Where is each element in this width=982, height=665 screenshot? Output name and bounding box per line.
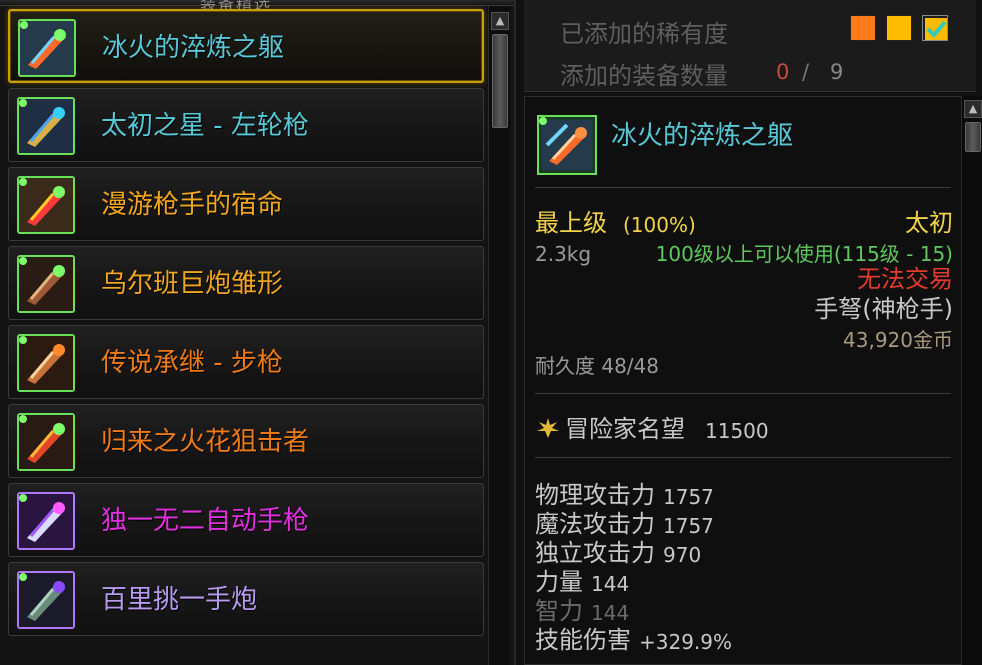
cannon-icon (17, 255, 75, 313)
rarity-checkbox[interactable] (922, 15, 948, 41)
count-value: 0 (776, 60, 790, 84)
count-label: 添加的装备数量 (560, 62, 728, 90)
stat-name: 技能伤害 (535, 626, 631, 654)
fame-value: 11500 (705, 419, 769, 443)
scroll-thumb[interactable] (492, 34, 508, 128)
tooltip-item-icon (537, 115, 597, 175)
stat-value: 1757 (663, 514, 714, 538)
rifle-icon (17, 334, 75, 392)
item-tooltip: 冰火的淬炼之躯 最上级 (100%) 太初 2.3kg 100级以上可以使用(1… (524, 96, 962, 665)
stat-value: 144 (591, 601, 630, 625)
stat-name: 独立攻击力 (535, 539, 655, 567)
scroll-up-icon[interactable]: ▲ (964, 100, 982, 118)
item-name: 漫游枪手的宿命 (101, 190, 284, 220)
item-type: 手弩(神枪手) (814, 295, 953, 323)
list-header: 装备精选 (0, 0, 514, 13)
stat-name: 力量 (535, 568, 583, 596)
grade: 最上级 (535, 209, 607, 237)
rarity-swatch-yellow[interactable] (886, 15, 912, 41)
item-row[interactable]: 漫游枪手的宿命 (8, 167, 484, 241)
stat-name: 物理攻击力 (535, 481, 655, 509)
item-name: 传说承继 - 步枪 (101, 348, 283, 378)
item-row[interactable]: 乌尔班巨炮雏形 (8, 246, 484, 320)
item-row[interactable]: 传说承继 - 步枪 (8, 325, 484, 399)
rarity-label: 已添加的稀有度 (560, 20, 728, 48)
level-requirement: 100级以上可以使用(115级 - 15) (655, 242, 953, 266)
filter-area: 已添加的稀有度 添加的装备数量 0 / 9 (524, 0, 976, 92)
stat-name: 魔法攻击力 (535, 510, 655, 538)
item-name: 独一无二自动手枪 (101, 506, 310, 536)
divider (535, 457, 951, 458)
hand-cannon-icon (17, 571, 75, 629)
checkmark-icon (925, 18, 947, 40)
fame-icon (535, 415, 561, 441)
item-name: 冰火的淬炼之躯 (102, 33, 285, 63)
equipment-list-panel: 装备精选 冰火的淬炼之躯 太初之星 - 左轮枪 漫游枪手的宿命 乌尔班巨炮雏形 传说承继… (0, 0, 514, 665)
trade-status: 无法交易 (857, 265, 953, 293)
sell-price: 43,920金币 (843, 328, 953, 352)
weight: 2.3kg (535, 242, 592, 266)
pistol-red-icon (17, 176, 75, 234)
sniper-icon (17, 413, 75, 471)
tier-label: 太初 (905, 209, 953, 237)
item-row[interactable]: 归来之火花狙击者 (8, 404, 484, 478)
scroll-thumb[interactable] (965, 122, 981, 152)
tooltip-scrollbar[interactable]: ▲ (962, 96, 982, 665)
item-row[interactable]: 独一无二自动手枪 (8, 483, 484, 557)
scroll-up-icon[interactable]: ▲ (491, 12, 509, 30)
rarity-swatch-orange[interactable] (850, 15, 876, 41)
stat-value: 1757 (663, 485, 714, 509)
stat-name: 智力 (535, 597, 583, 625)
grade-percent: (100%) (623, 213, 696, 237)
stat-value: 144 (591, 572, 630, 596)
item-name: 归来之火花狙击者 (101, 427, 310, 457)
revolver-icon (17, 97, 75, 155)
stat-value: +329.9% (639, 630, 733, 654)
count-max: 9 (830, 60, 844, 84)
divider (535, 187, 951, 188)
detail-panel: 已添加的稀有度 添加的装备数量 0 / 9 冰火的淬炼之躯 最上级 (100%)… (514, 0, 982, 665)
item-name: 乌尔班巨炮雏形 (101, 269, 284, 299)
item-row[interactable]: 太初之星 - 左轮枪 (8, 88, 484, 162)
sword-fire-ice-icon (18, 19, 76, 77)
durability: 耐久度 48/48 (535, 354, 659, 378)
count-separator: / (802, 60, 810, 84)
stat-value: 970 (663, 543, 702, 567)
item-name: 百里挑一手炮 (101, 585, 258, 615)
fame-label: 冒险家名望 (565, 415, 685, 443)
list-scrollbar[interactable]: ▲ (488, 6, 510, 665)
item-row[interactable]: 冰火的淬炼之躯 (8, 9, 484, 83)
item-row[interactable]: 百里挑一手炮 (8, 562, 484, 636)
auto-pistol-icon (17, 492, 75, 550)
tooltip-item-name: 冰火的淬炼之躯 (611, 121, 794, 151)
divider (535, 393, 951, 394)
item-name: 太初之星 - 左轮枪 (101, 111, 309, 141)
